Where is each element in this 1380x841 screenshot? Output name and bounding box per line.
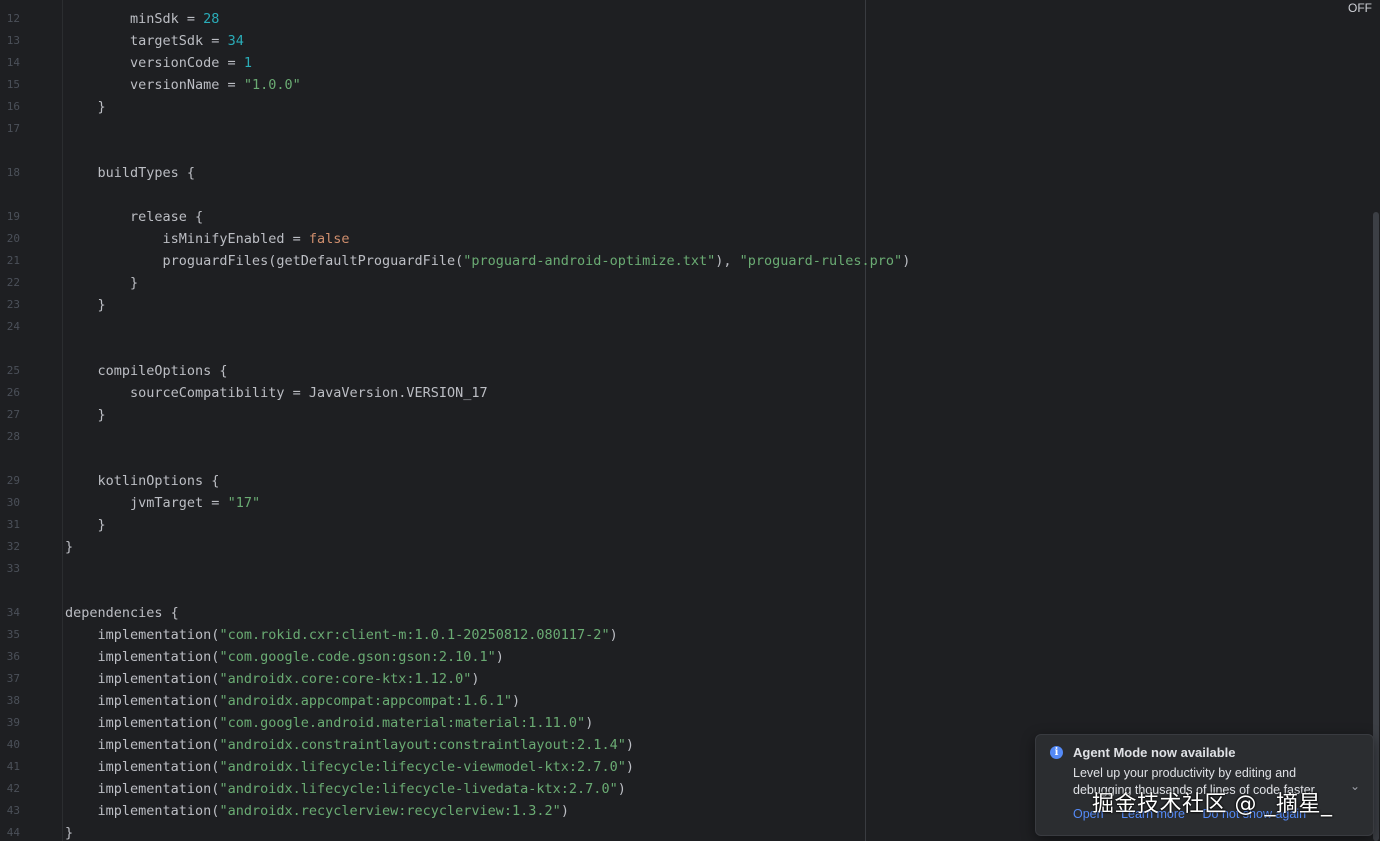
line-number: 39	[6, 716, 20, 729]
right-margin-guide	[865, 0, 866, 841]
line-number: 15	[6, 78, 20, 91]
line-number: 18	[6, 166, 20, 179]
line-number: 40	[6, 738, 20, 751]
line-number: 41	[6, 760, 20, 773]
line-number: 32	[6, 540, 20, 553]
line-code[interactable]: implementation("androidx.core:core-ktx:1…	[65, 668, 480, 690]
line-number: 35	[6, 628, 20, 641]
line-code[interactable]: }	[65, 404, 106, 426]
line-number: 29	[6, 474, 20, 487]
line-code[interactable]: }	[65, 514, 106, 536]
line-number: 17	[6, 122, 20, 135]
line-number: 16	[6, 100, 20, 113]
info-icon: i	[1050, 746, 1063, 759]
status-off-label[interactable]: OFF	[1348, 0, 1372, 16]
line-number: 12	[6, 12, 20, 25]
line-code[interactable]: }	[65, 822, 73, 841]
gutter-divider	[62, 0, 63, 841]
line-number: 38	[6, 694, 20, 707]
line-code[interactable]: }	[65, 272, 138, 294]
line-number: 34	[6, 606, 20, 619]
line-number: 42	[6, 782, 20, 795]
line-number: 36	[6, 650, 20, 663]
line-number: 27	[6, 408, 20, 421]
line-code[interactable]: sourceCompatibility = JavaVersion.VERSIO…	[65, 382, 488, 404]
line-code[interactable]: dependencies {	[65, 602, 179, 624]
line-code[interactable]: buildTypes {	[65, 162, 196, 184]
line-code[interactable]: versionName = "1.0.0"	[65, 74, 301, 96]
line-number: 25	[6, 364, 20, 377]
watermark: 掘金技术社区 @ _摘星_	[1092, 792, 1333, 817]
line-code[interactable]: proguardFiles(getDefaultProguardFile("pr…	[65, 250, 911, 272]
line-code[interactable]: implementation("androidx.lifecycle:lifec…	[65, 778, 626, 800]
line-code[interactable]: implementation("androidx.appcompat:appco…	[65, 690, 521, 712]
line-number: 21	[6, 254, 20, 267]
line-number: 31	[6, 518, 20, 531]
line-code[interactable]: }	[65, 294, 106, 316]
line-number: 23	[6, 298, 20, 311]
line-code[interactable]: kotlinOptions {	[65, 470, 220, 492]
line-number: 19	[6, 210, 20, 223]
line-code[interactable]: compileOptions {	[65, 360, 228, 382]
line-code[interactable]: release {	[65, 206, 203, 228]
line-code[interactable]: minSdk = 28	[65, 8, 219, 30]
line-number: 37	[6, 672, 20, 685]
line-code[interactable]: }	[65, 96, 106, 118]
notification-title: Agent Mode now available	[1073, 745, 1236, 760]
line-code[interactable]: implementation("com.google.code.gson:gso…	[65, 646, 504, 668]
line-number: 26	[6, 386, 20, 399]
line-number: 30	[6, 496, 20, 509]
line-code[interactable]: versionCode = 1	[65, 52, 252, 74]
line-number: 24	[6, 320, 20, 333]
line-number: 14	[6, 56, 20, 69]
chevron-down-icon[interactable]: ⌄	[1350, 779, 1360, 793]
line-number: 20	[6, 232, 20, 245]
agent-mode-notification: i Agent Mode now available Level up your…	[1035, 734, 1374, 836]
line-number: 28	[6, 430, 20, 443]
code-editor[interactable]: 12 minSdk = 28 13 targetSdk = 34 14 versio…	[0, 0, 1380, 841]
line-number: 43	[6, 804, 20, 817]
line-number: 33	[6, 562, 20, 575]
line-code[interactable]: implementation("com.rokid.cxr:client-m:1…	[65, 624, 618, 646]
line-code[interactable]: jvmTarget = "17"	[65, 492, 260, 514]
line-code[interactable]: implementation("androidx.constraintlayou…	[65, 734, 634, 756]
line-number: 44	[6, 826, 20, 839]
line-code[interactable]: isMinifyEnabled = false	[65, 228, 350, 250]
line-code[interactable]: implementation("com.google.android.mater…	[65, 712, 594, 734]
line-code[interactable]: targetSdk = 34	[65, 30, 244, 52]
line-code[interactable]: }	[65, 536, 73, 558]
line-number: 13	[6, 34, 20, 47]
line-number: 22	[6, 276, 20, 289]
line-code[interactable]: implementation("androidx.lifecycle:lifec…	[65, 756, 634, 778]
line-code[interactable]: implementation("androidx.recyclerview:re…	[65, 800, 569, 822]
